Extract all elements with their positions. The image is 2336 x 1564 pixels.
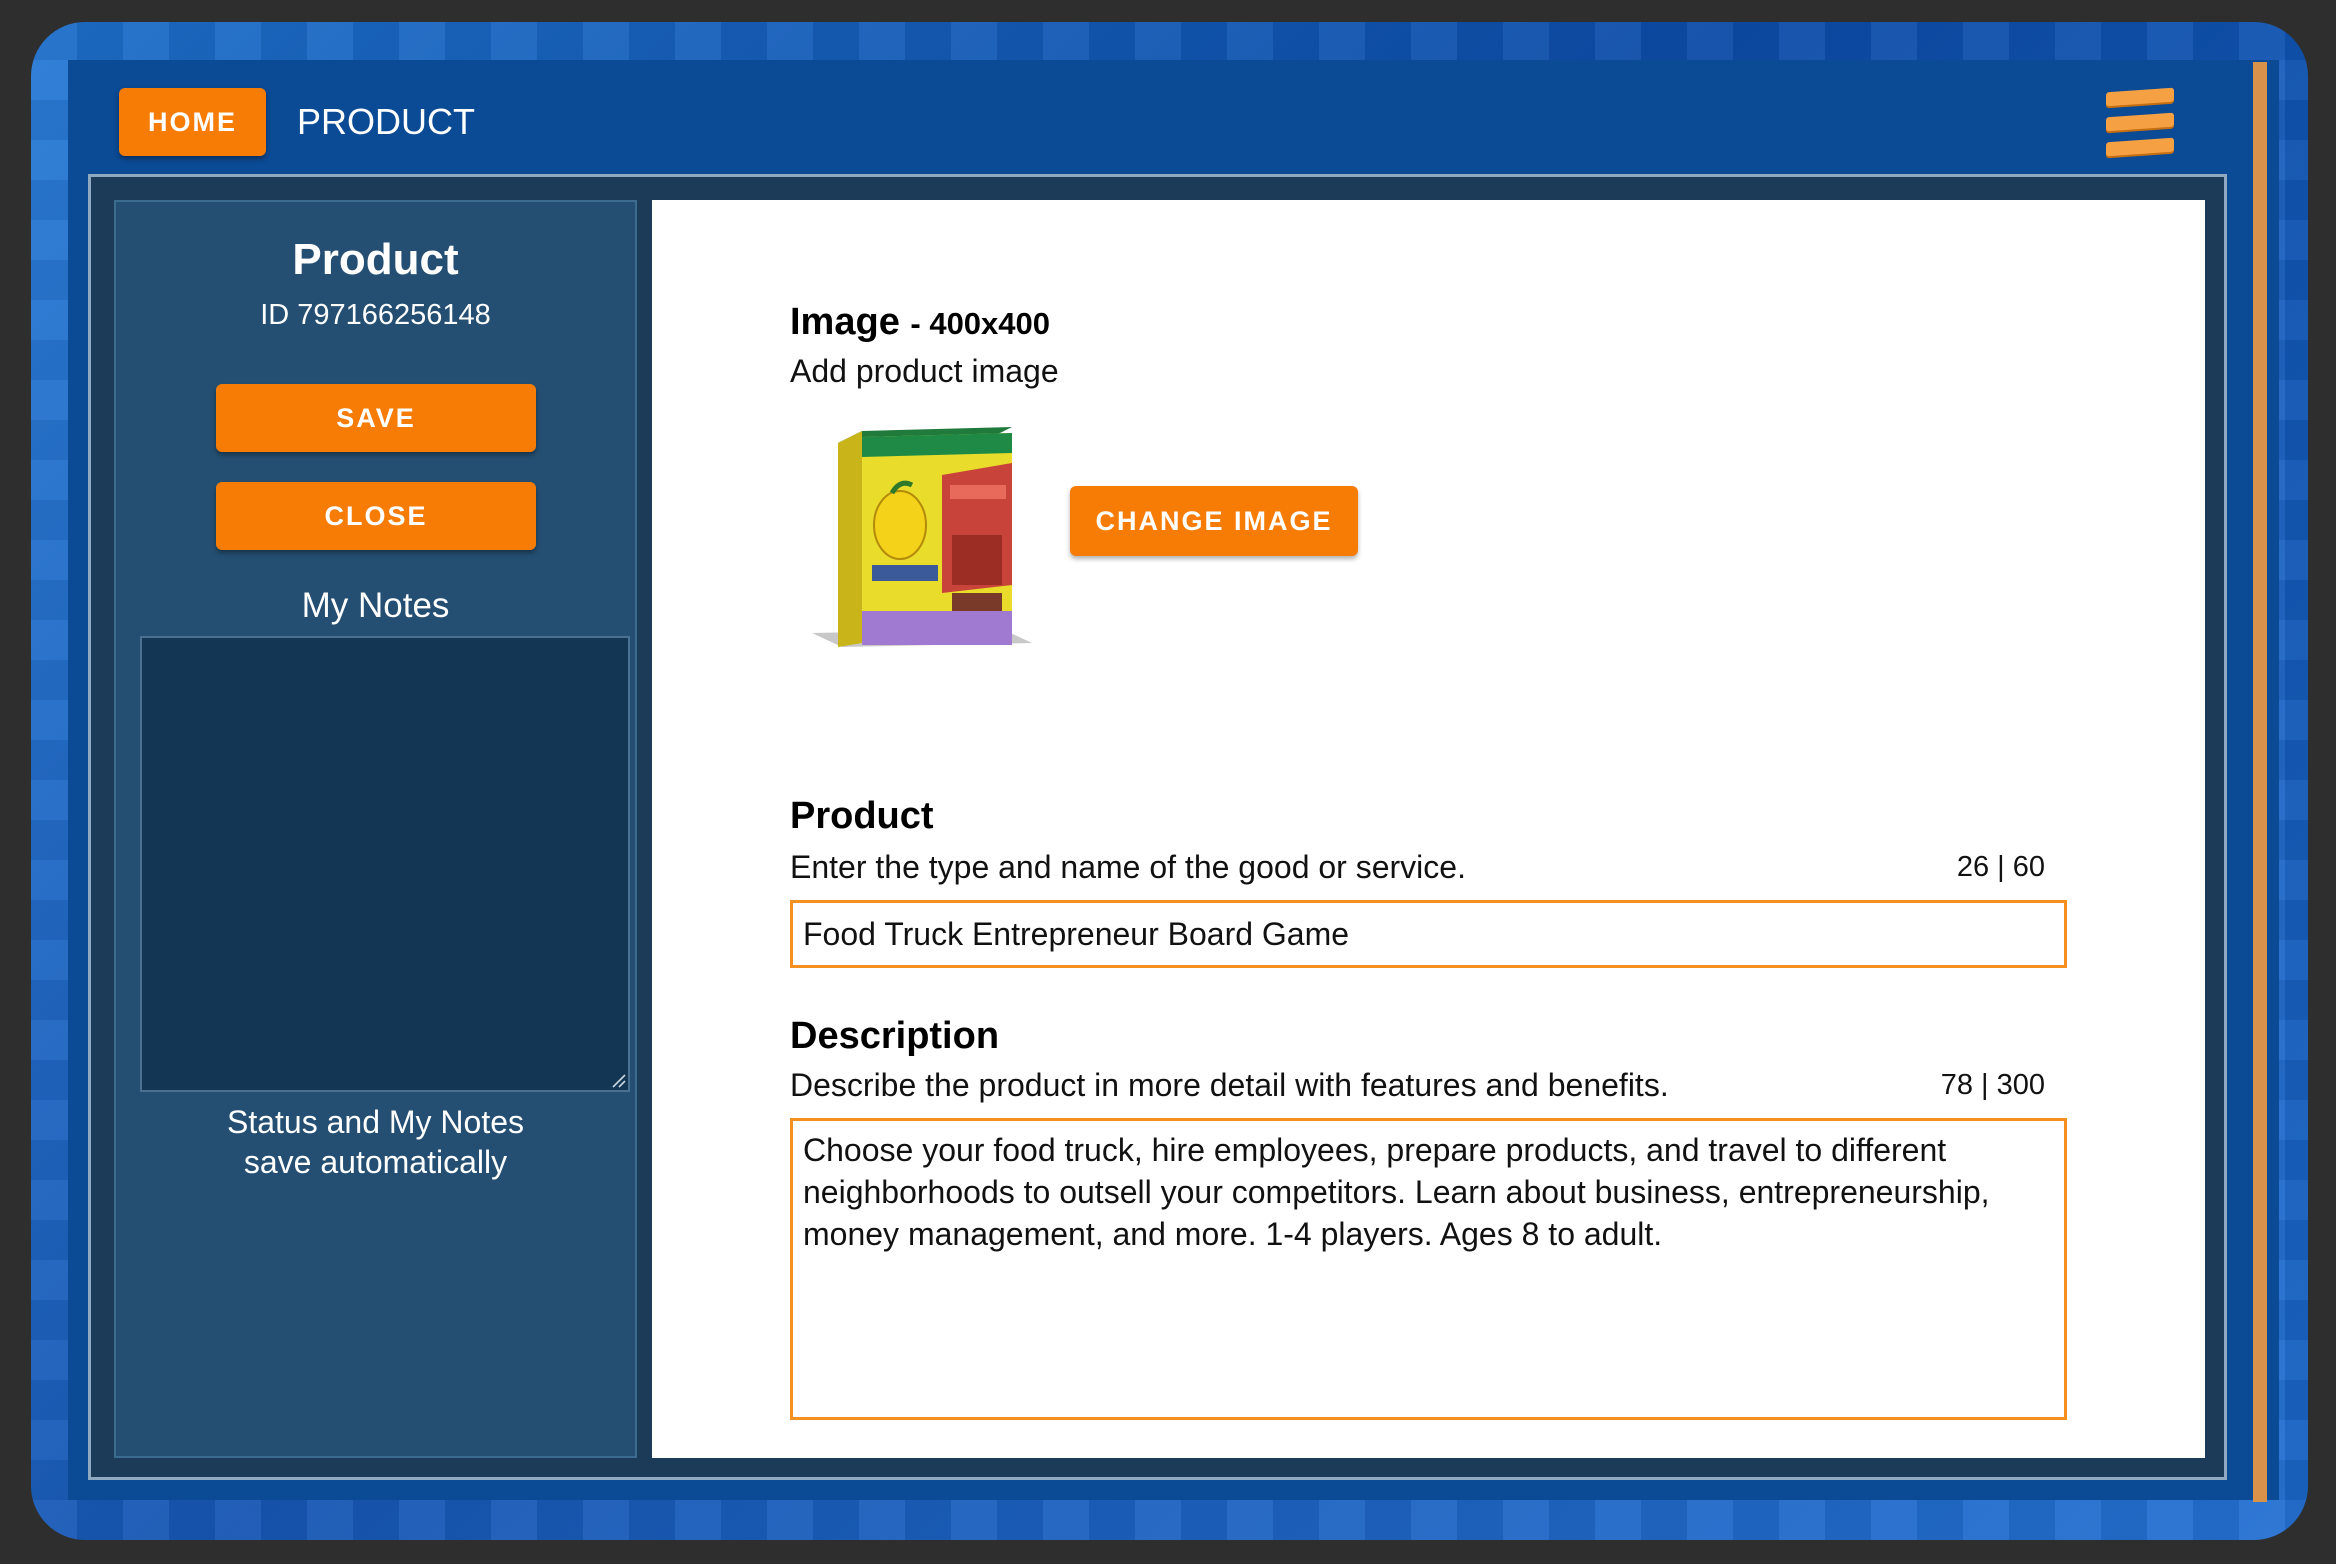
description-char-counter: 78 | 300 [1940, 1069, 2045, 1101]
page-title: PRODUCT [297, 101, 475, 142]
autosave-status-line2: save automatically [243, 1144, 508, 1180]
image-title: Image [790, 301, 900, 343]
product-id: ID 797166256148 [260, 299, 491, 331]
save-button[interactable]: SAVE [216, 384, 536, 452]
notes-textarea[interactable] [140, 636, 630, 1092]
product-name-input[interactable] [790, 900, 2067, 968]
resize-handle-icon[interactable] [610, 1072, 626, 1088]
description-section-title: Description [790, 1015, 1000, 1057]
image-section-title: Image - 400x400 [790, 298, 1050, 348]
image-size-hint: - 400x400 [910, 306, 1051, 341]
product-image [812, 427, 1032, 647]
change-image-button[interactable]: CHANGE IMAGE [1070, 486, 1358, 556]
autosave-status-line1: Status and My Notes [226, 1104, 525, 1140]
product-section-description: Enter the type and name of the good or s… [790, 849, 1466, 885]
notes-label: My Notes [301, 586, 450, 625]
description-textarea[interactable]: Choose your food truck, hire employees, … [790, 1118, 2067, 1420]
main-form-panel: Image - 400x400 Add product image CHANGE… [652, 200, 2205, 1458]
product-section-title: Product [790, 795, 934, 837]
hamburger-menu-icon[interactable] [2106, 87, 2176, 158]
product-char-counter: 26 | 60 [1956, 851, 2045, 883]
home-button[interactable]: HOME [119, 88, 266, 156]
image-section-description: Add product image [790, 353, 1059, 389]
description-section-description: Describe the product in more detail with… [790, 1067, 1669, 1103]
autosave-status: Status and My Notes save automatically [116, 1102, 635, 1182]
sidebar-panel: Product ID 797166256148 SAVE CLOSE My No… [114, 200, 637, 1458]
close-button[interactable]: CLOSE [216, 482, 536, 550]
right-scroll-stripe [2253, 62, 2267, 1502]
sidebar-title: Product [292, 235, 459, 284]
